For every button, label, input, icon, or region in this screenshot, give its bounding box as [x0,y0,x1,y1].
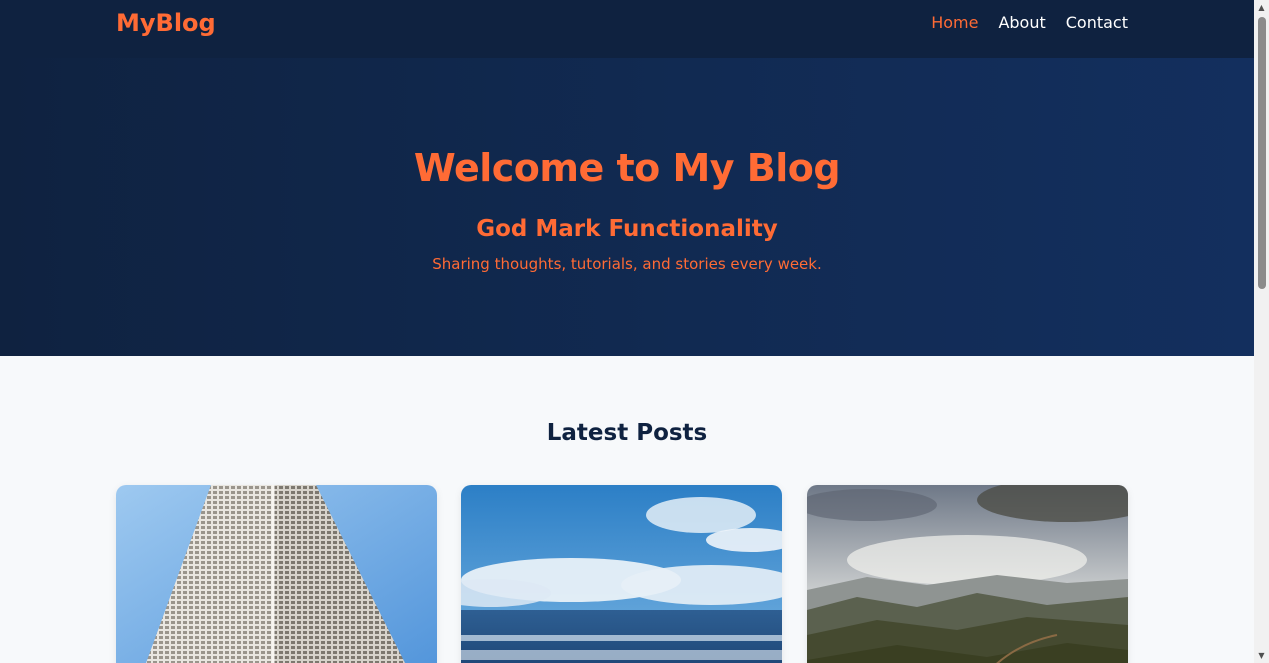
post-card-3[interactable] [807,485,1128,663]
arrow-up-icon[interactable]: ▲ [1254,0,1269,15]
nav-home-link[interactable]: Home [931,13,978,32]
nav-links: Home About Contact [931,13,1128,32]
brand-logo-link[interactable]: MyBlog [116,9,216,37]
scrollbar-thumb[interactable] [1258,17,1266,289]
post-card-2[interactable] [461,485,782,663]
nav-contact-link[interactable]: Contact [1066,13,1128,32]
skyscraper-image [116,485,437,663]
latest-posts-heading: Latest Posts [546,420,708,446]
hero-subtitle: God Mark Functionality [476,216,778,242]
top-navbar: MyBlog Home About Contact [0,0,1254,58]
ocean-image [461,485,782,663]
nav-about-link[interactable]: About [998,13,1045,32]
hero-banner: Welcome to My Blog God Mark Functionalit… [0,58,1254,356]
page: MyBlog Home About Contact Welcome to My … [0,0,1269,663]
arrow-down-icon[interactable]: ▼ [1254,648,1269,663]
mountain-image [807,485,1128,663]
hero-tagline: Sharing thoughts, tutorials, and stories… [432,255,822,273]
page-scrollbar[interactable]: ▲ ▼ [1254,0,1269,663]
post-card-1[interactable] [116,485,437,663]
hero-title: Welcome to My Blog [413,146,841,190]
